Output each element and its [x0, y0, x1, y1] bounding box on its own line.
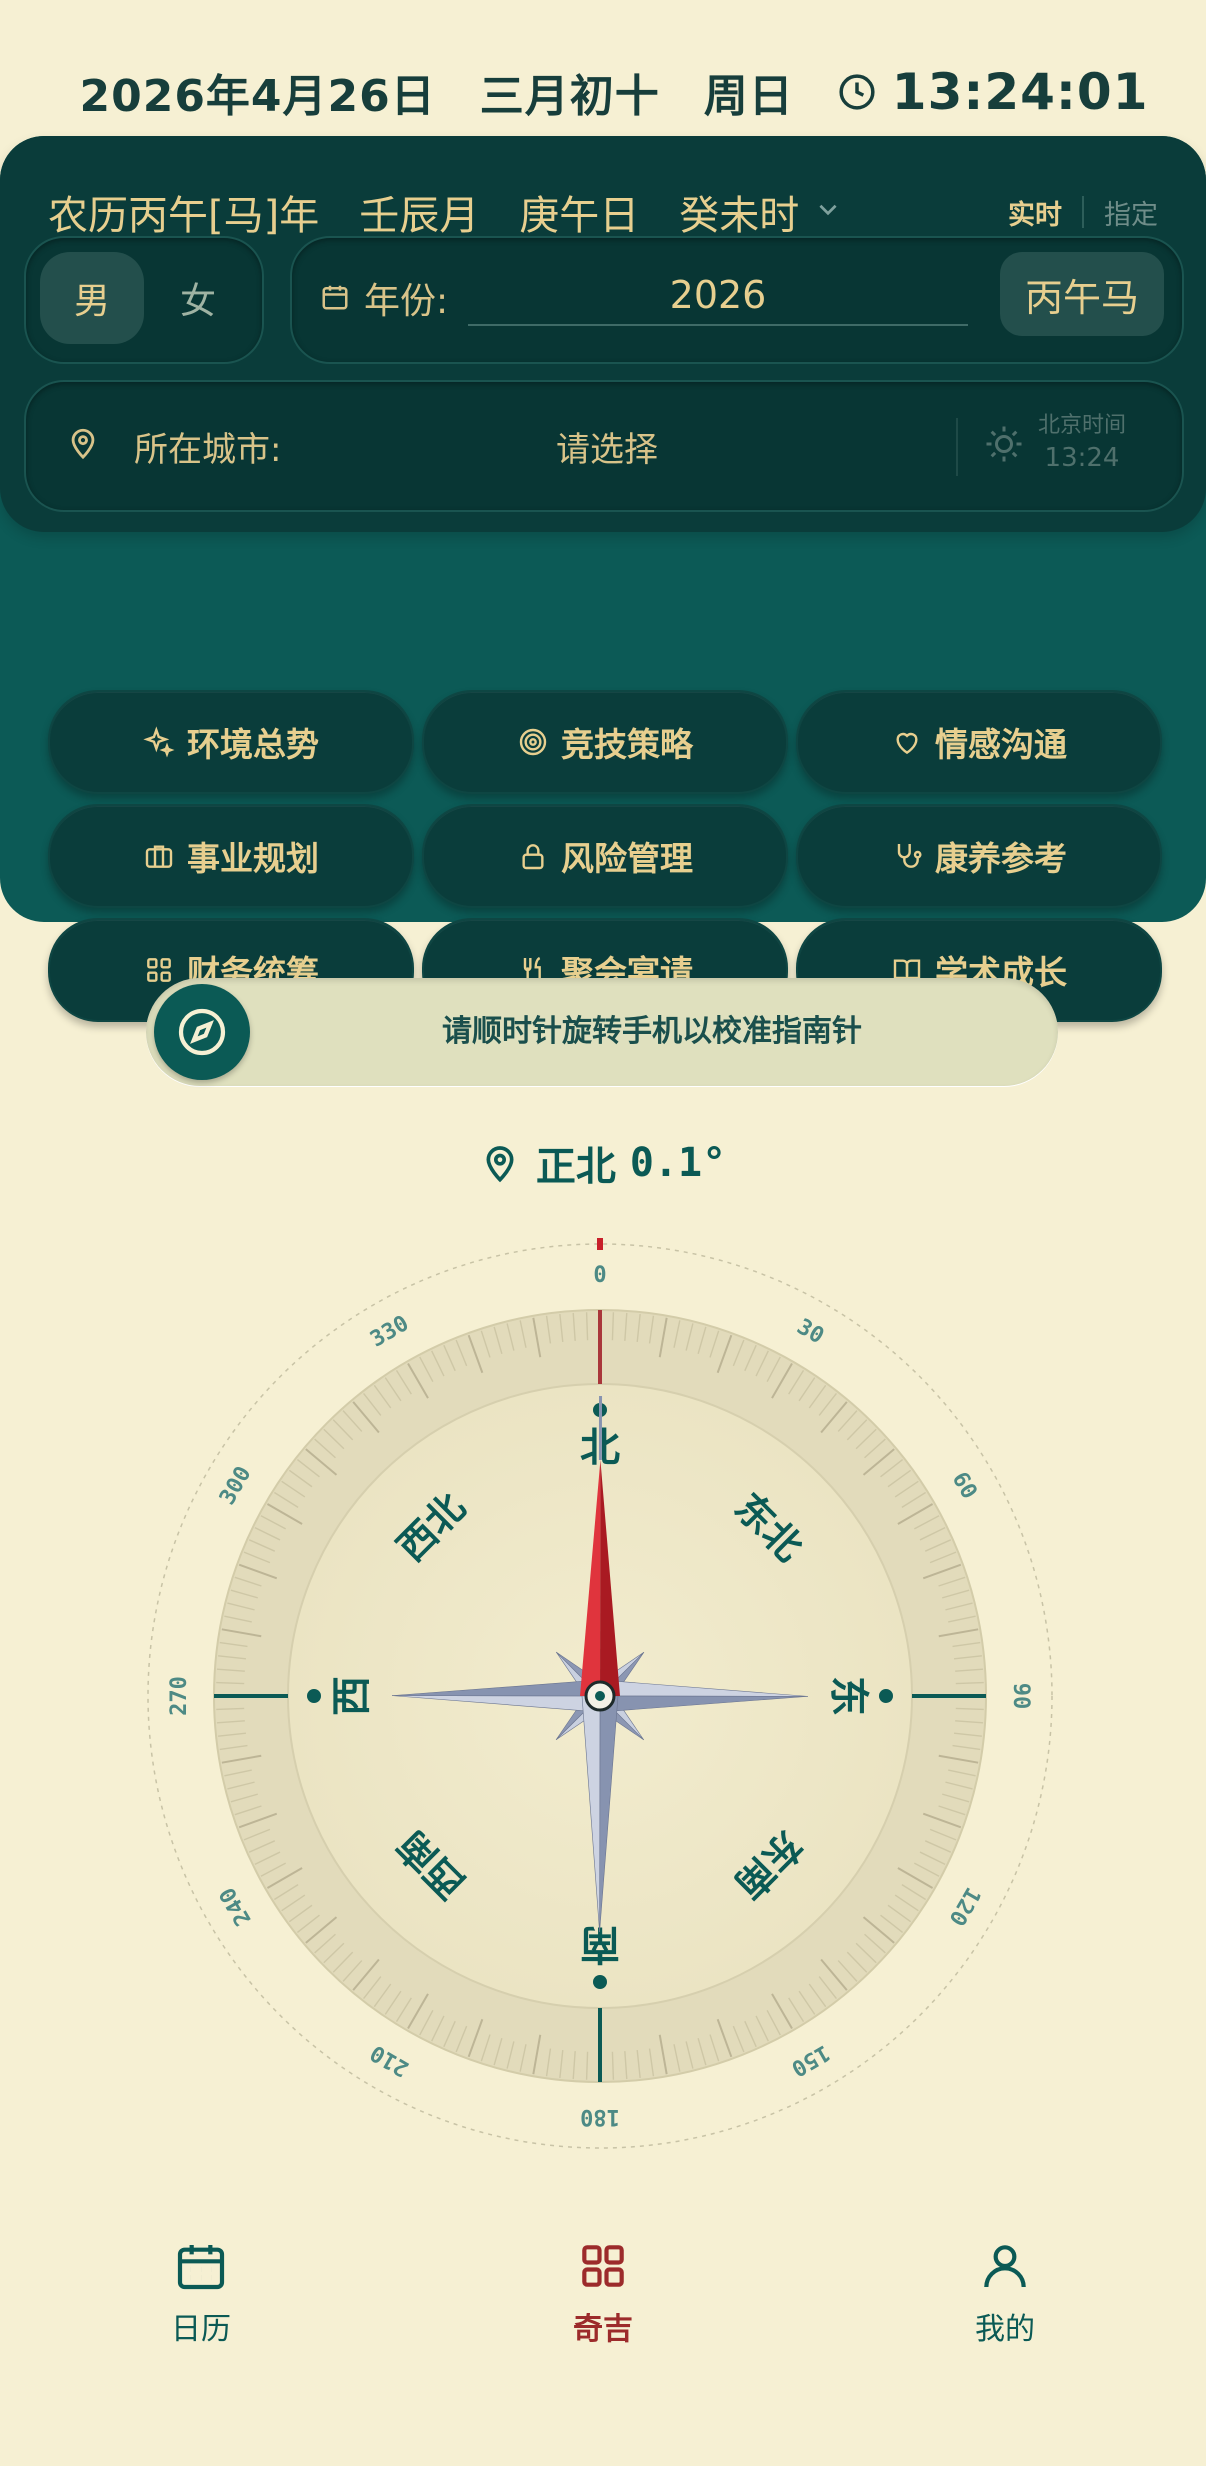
north-marker: [597, 1238, 603, 1250]
mode-specified[interactable]: 指定: [1104, 193, 1158, 232]
degree-label: 330: [366, 1311, 413, 1353]
gregorian-date: 2026年4月26日: [79, 71, 436, 122]
degree-label: 90: [1008, 1683, 1033, 1710]
grid-icon: [582, 2245, 624, 2287]
sparkles-icon: [143, 726, 175, 758]
tab-label: 奇吉: [573, 2312, 633, 2347]
current-time: 13:24:01: [891, 63, 1149, 121]
gender-male-option[interactable]: 男: [40, 252, 144, 344]
cardinal-dot: [593, 1975, 607, 1989]
person-icon: [984, 2245, 1026, 2288]
grid-icon: [147, 958, 171, 982]
category-health-button[interactable]: 康养参考: [796, 804, 1162, 908]
calendar-icon: [177, 2245, 225, 2290]
tick-mark: [955, 1681, 984, 1685]
year-label: 年份:: [364, 281, 449, 322]
tab-label: 日历: [171, 2312, 231, 2347]
city-select[interactable]: 请选择: [556, 422, 658, 471]
degree-label: 300: [215, 1462, 257, 1509]
lunar-date: 三月初十: [479, 71, 660, 122]
heading-direction: 正北: [535, 1144, 616, 1190]
degree-label: 150: [787, 2039, 834, 2081]
category-emotion-button[interactable]: 情感沟通: [796, 690, 1162, 794]
category-career-button[interactable]: 事业规划: [48, 804, 414, 908]
year-ganzhi-button[interactable]: 丙午马: [1000, 252, 1164, 336]
degree-label: 210: [366, 2039, 413, 2081]
city-divider: [956, 418, 958, 476]
lock-icon: [522, 844, 544, 870]
mode-divider: [1082, 196, 1084, 228]
lunar-month: 壬辰月: [359, 193, 480, 239]
degree-label: 270: [167, 1676, 192, 1716]
calendar-icon: [322, 285, 348, 310]
tick-mark: [216, 1681, 245, 1685]
category-label: 事业规划: [187, 839, 319, 878]
category-environment-button[interactable]: 环境总势: [48, 690, 414, 794]
tick-mark: [585, 2051, 589, 2080]
tick-mark: [611, 1312, 615, 1341]
category-label: 康养参考: [935, 839, 1067, 878]
cardinal-dot: [879, 1689, 893, 1703]
tick-mark: [216, 1707, 245, 1711]
gender-selector: 男 女: [24, 236, 264, 364]
degree-label: 30: [793, 1314, 828, 1349]
control-panel: 农历丙午[马]年 壬辰月 庚午日 癸未时 实时 指定 男 女 年份: 2026 …: [0, 136, 1206, 1022]
category-label: 环境总势: [187, 725, 319, 764]
sun-icon: [986, 426, 1022, 462]
briefcase-icon: [145, 845, 173, 868]
gender-female-option[interactable]: 女: [146, 252, 250, 344]
heading-readout: 正北 0.1°: [0, 1128, 1206, 1198]
mode-realtime[interactable]: 实时: [1008, 193, 1062, 232]
city-field[interactable]: 所在城市: 请选择 北京时间 13:24: [24, 380, 1184, 512]
lunar-year: 农历丙午[马]年: [48, 193, 320, 239]
year-field: 年份: 2026 丙午马: [290, 236, 1184, 364]
compass-dial[interactable]: 0306090120150180210240270300330 北东南西东北东南…: [140, 1236, 1060, 2156]
chevron-down-icon[interactable]: [815, 196, 841, 229]
datetime-bar: 2026年4月26日 三月初十 周日 13:24:01: [0, 46, 1206, 138]
cardinal-dot: [307, 1689, 321, 1703]
cardinal-label: 东: [825, 1676, 871, 1716]
degree-label: 120: [943, 1883, 985, 1930]
degree-label: 240: [215, 1883, 257, 1930]
clock-icon: [839, 74, 875, 110]
tick-mark: [585, 1312, 589, 1341]
degree-label: 180: [580, 2104, 620, 2129]
category-label: 竞技策略: [561, 725, 693, 764]
beijing-time-label: 北京时间: [1038, 413, 1127, 438]
beijing-time-value: 13:24: [1044, 443, 1120, 473]
lunar-header-card: 农历丙午[马]年 壬辰月 庚午日 癸未时 实时 指定 男 女 年份: 2026 …: [0, 136, 1206, 532]
category-competition-button[interactable]: 竞技策略: [422, 690, 788, 794]
category-label: 情感沟通: [935, 725, 1067, 764]
lunar-hour: 癸未时: [679, 193, 800, 239]
stethoscope-icon: [897, 844, 922, 868]
cardinal-label: 西: [329, 1676, 375, 1716]
degree-label: 0: [593, 1263, 606, 1288]
tab-profile[interactable]: 我的: [885, 2238, 1125, 2388]
weekday: 周日: [703, 71, 794, 122]
year-input[interactable]: 2026: [468, 266, 968, 326]
compass-icon: [154, 984, 250, 1080]
category-label: 风险管理: [561, 839, 693, 878]
tab-label: 我的: [975, 2312, 1035, 2347]
heart-icon: [896, 732, 918, 755]
heading-degrees: 0.1°: [629, 1140, 727, 1186]
category-risk-button[interactable]: 风险管理: [422, 804, 788, 908]
degree-label: 60: [947, 1468, 982, 1503]
calibration-text: 请顺时针旋转手机以校准指南针: [442, 1014, 862, 1049]
tick-mark: [955, 1707, 984, 1711]
clock: 13:24:01: [838, 63, 1149, 121]
calibration-banner: 请顺时针旋转手机以校准指南针: [146, 978, 1058, 1086]
city-label: 所在城市:: [134, 430, 282, 470]
target-icon: [519, 728, 547, 756]
lunar-day: 庚午日: [519, 193, 640, 239]
needle-hub-center: [595, 1691, 605, 1701]
location-pin-icon: [486, 1146, 514, 1183]
beijing-time: 北京时间 13:24: [1038, 410, 1126, 474]
tab-qiji[interactable]: 奇吉: [483, 2238, 723, 2388]
tick-mark: [611, 2051, 615, 2080]
tab-calendar[interactable]: 日历: [81, 2238, 321, 2388]
mode-toggle: 实时 指定: [1008, 193, 1158, 232]
location-pin-icon: [71, 428, 95, 460]
bottom-tab-bar: 日历 奇吉 我的: [0, 2238, 1206, 2388]
